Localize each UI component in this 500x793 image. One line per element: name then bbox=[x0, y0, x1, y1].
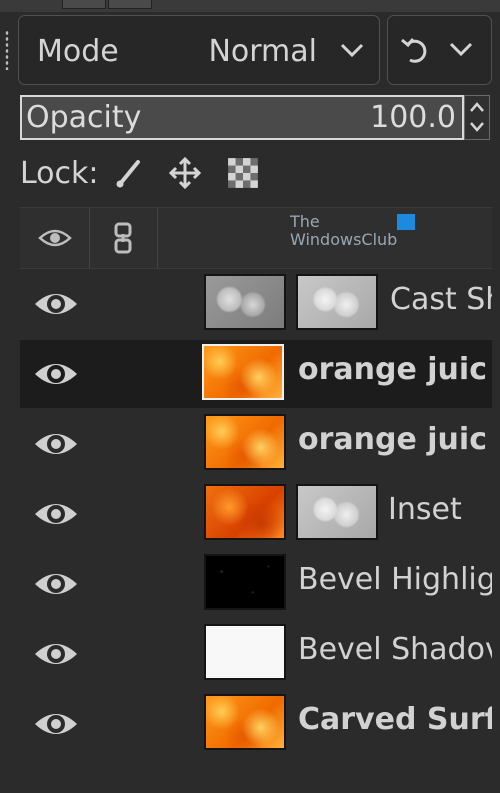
opacity-label: Opacity bbox=[26, 100, 142, 135]
chevron-down-icon bbox=[449, 42, 473, 57]
layer-thumbnail[interactable] bbox=[202, 344, 284, 400]
layer-thumbnail[interactable] bbox=[204, 484, 286, 540]
layer-thumbnail[interactable] bbox=[204, 624, 286, 680]
layer-thumbnail[interactable] bbox=[204, 694, 286, 750]
lock-label: Lock: bbox=[20, 156, 99, 191]
layer-name[interactable]: orange juic bbox=[298, 422, 492, 457]
chain-column-header[interactable] bbox=[90, 208, 158, 268]
opacity-value: 100.0 bbox=[370, 100, 456, 135]
drag-handle[interactable] bbox=[5, 30, 9, 70]
layer-mask-thumbnail[interactable] bbox=[296, 484, 378, 540]
eye-icon[interactable] bbox=[32, 286, 80, 322]
chevron-down-icon bbox=[340, 43, 364, 58]
eye-icon[interactable] bbox=[32, 566, 80, 602]
layer-name[interactable]: Bevel Shadov bbox=[298, 632, 492, 667]
eye-icon[interactable] bbox=[32, 636, 80, 672]
eye-icon[interactable] bbox=[32, 356, 80, 392]
eye-icon[interactable] bbox=[32, 496, 80, 532]
top-tab-strip bbox=[0, 0, 500, 12]
eye-icon[interactable] bbox=[32, 706, 80, 742]
layer-row[interactable]: Cast Sh bbox=[20, 270, 492, 338]
layer-name[interactable]: Inset bbox=[388, 492, 492, 527]
chevron-down-icon[interactable] bbox=[469, 120, 485, 134]
opacity-field[interactable]: Opacity 100.0 bbox=[20, 95, 464, 140]
chevron-up-icon[interactable] bbox=[469, 100, 485, 114]
layer-thumbnail[interactable] bbox=[204, 554, 286, 610]
dock-tab[interactable] bbox=[108, 0, 152, 9]
lock-row: Lock: bbox=[20, 152, 480, 196]
mode-reset-dropdown[interactable] bbox=[387, 15, 492, 85]
eye-icon bbox=[38, 229, 72, 247]
layer-thumbnail[interactable] bbox=[204, 414, 286, 470]
watermark-line2: WindowsClub bbox=[290, 230, 398, 249]
move-icon[interactable] bbox=[168, 156, 202, 190]
layer-thumbnail[interactable] bbox=[204, 274, 286, 330]
layer-mask-thumbnail[interactable] bbox=[296, 274, 378, 330]
layer-name[interactable]: orange juic bbox=[298, 352, 492, 387]
layer-name[interactable]: Carved Surf bbox=[298, 702, 492, 737]
watermark-line1: The bbox=[290, 212, 320, 231]
watermark: The WindowsClub bbox=[290, 212, 440, 262]
layer-row[interactable]: Bevel Highligl bbox=[20, 550, 492, 618]
layer-row[interactable]: Inset bbox=[20, 480, 492, 548]
layer-row-selected[interactable]: orange juic bbox=[20, 340, 492, 408]
visibility-column-header[interactable] bbox=[20, 208, 90, 268]
checkerboard-icon[interactable] bbox=[226, 156, 260, 190]
eye-icon[interactable] bbox=[32, 426, 80, 462]
dock-tab[interactable] bbox=[62, 0, 106, 9]
reset-icon bbox=[401, 38, 427, 63]
paintbrush-icon[interactable] bbox=[112, 156, 146, 190]
layer-row[interactable]: Bevel Shadov bbox=[20, 620, 492, 688]
layer-name[interactable]: Cast Sh bbox=[390, 282, 492, 317]
watermark-logo-icon bbox=[397, 214, 415, 230]
mode-dropdown[interactable]: Mode Normal bbox=[18, 15, 380, 85]
layer-row[interactable]: orange juic bbox=[20, 410, 492, 478]
layer-row[interactable]: Carved Surf bbox=[20, 690, 492, 758]
link-icon bbox=[114, 222, 132, 254]
mode-value: Normal bbox=[208, 34, 317, 69]
mode-label: Mode bbox=[37, 34, 119, 69]
layer-name[interactable]: Bevel Highligl bbox=[298, 562, 492, 597]
opacity-spinner[interactable] bbox=[464, 95, 490, 140]
